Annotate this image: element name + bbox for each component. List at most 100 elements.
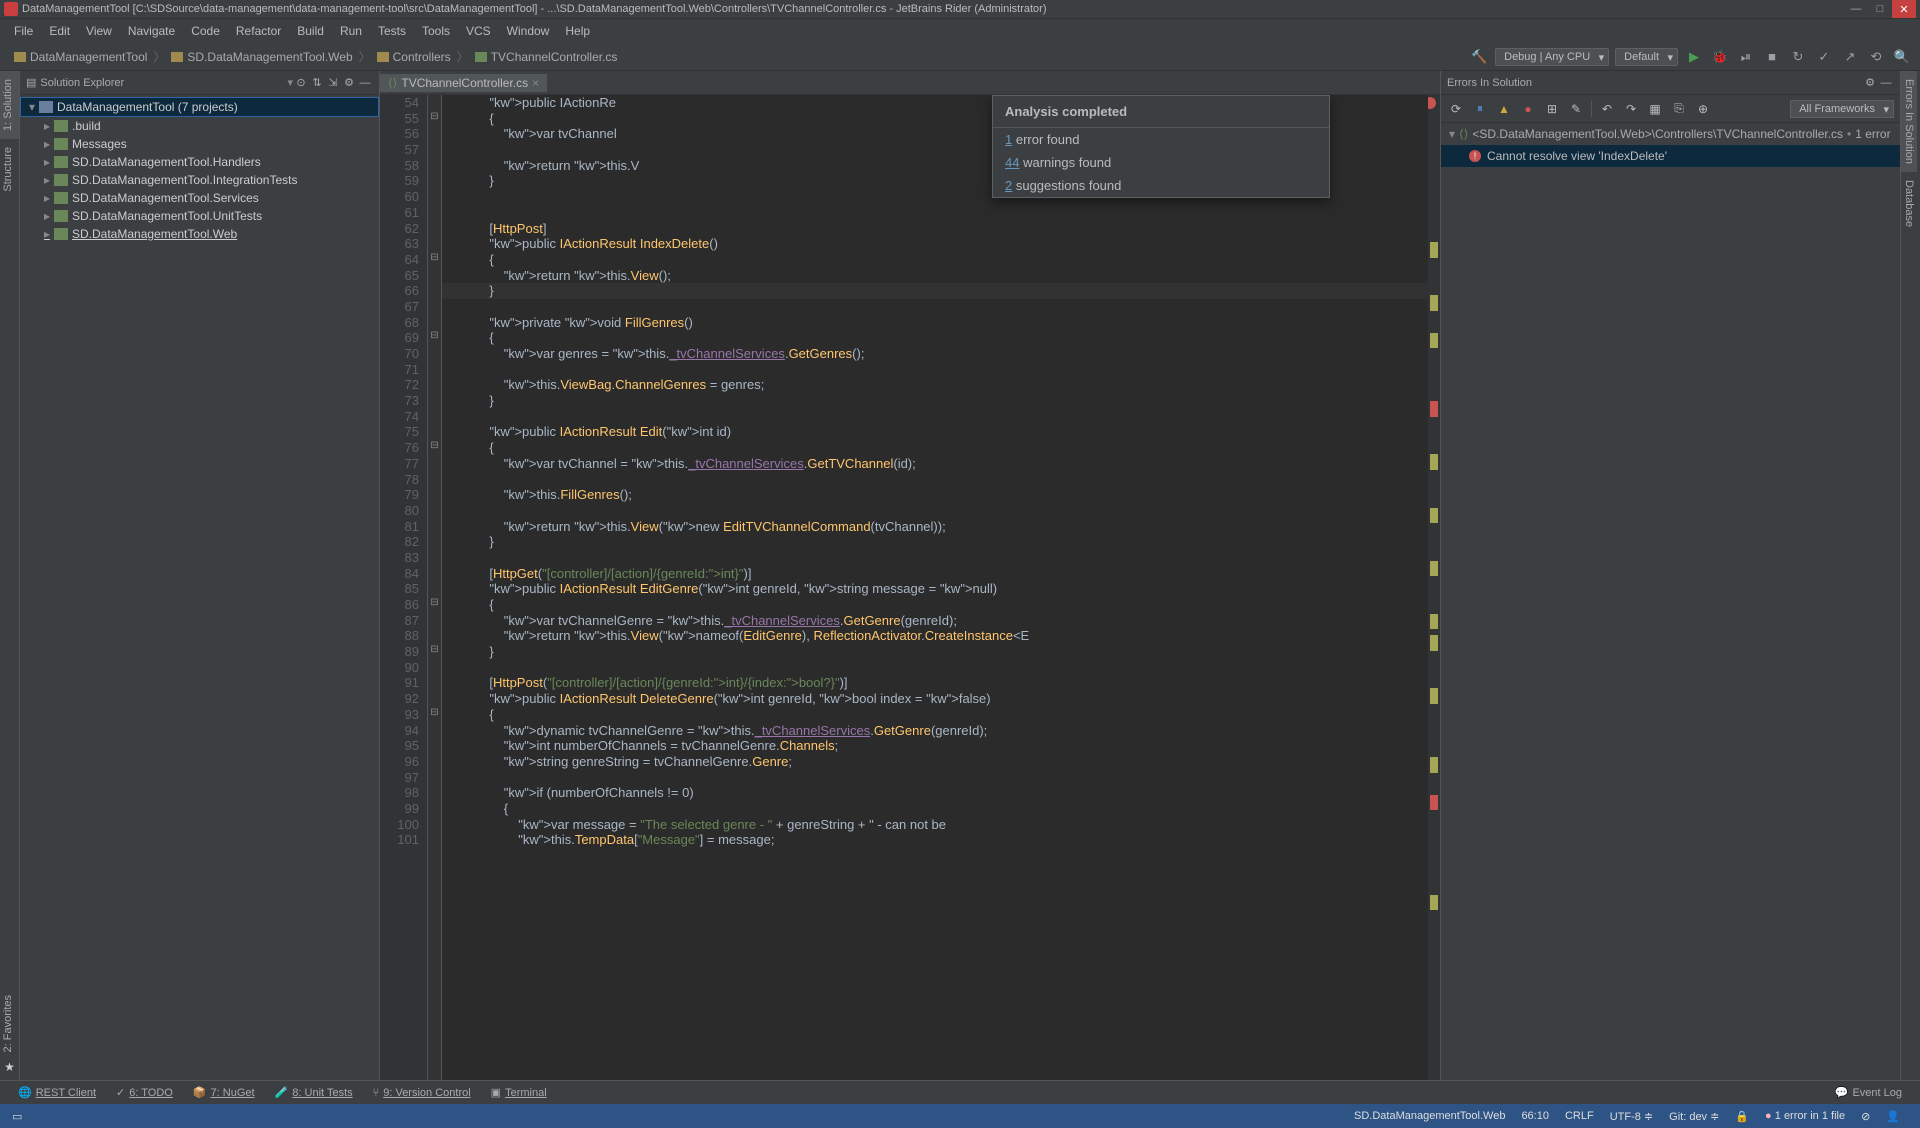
framework-select[interactable]: All Frameworks <box>1790 100 1894 118</box>
group-icon[interactable]: ▦ <box>1646 100 1664 118</box>
maximize-button[interactable]: □ <box>1868 0 1892 18</box>
code-area[interactable]: "kw">public IActionRe { "kw">var tvChann… <box>442 95 1428 1080</box>
editor: ⟨⟩ TVChannelController.cs × Analysis com… <box>380 71 1440 1080</box>
tree-item[interactable]: ▸SD.DataManagementTool.Handlers <box>20 153 379 171</box>
tab-close-icon[interactable]: × <box>532 76 539 90</box>
tab-label: TVChannelController.cs <box>401 76 528 90</box>
footer-unittests[interactable]: 🧪8: Unit Tests <box>265 1086 363 1099</box>
stop-icon[interactable]: ■ <box>1762 47 1782 67</box>
line-gutter: 5455565758596061626364656667686970717273… <box>380 95 428 1080</box>
debug-icon[interactable]: 🐞 <box>1710 47 1730 67</box>
tree-root[interactable]: ▾ DataManagementTool (7 projects) <box>20 97 379 117</box>
error-item[interactable]: ! Cannot resolve view 'IndexDelete' <box>1441 145 1900 167</box>
breadcrumb[interactable]: Controllers <box>371 48 457 66</box>
scope-icon[interactable]: ⊕ <box>1694 100 1712 118</box>
export-icon[interactable]: ⎘ <box>1670 100 1688 118</box>
gear-icon[interactable]: ⚙ <box>1862 76 1878 89</box>
error-path[interactable]: ▾ ⟨⟩ <SD.DataManagementTool.Web>\Control… <box>1441 123 1900 145</box>
footer-terminal[interactable]: ▣Terminal <box>481 1086 557 1099</box>
minimize-button[interactable]: — <box>1844 0 1868 18</box>
menu-navigate[interactable]: Navigate <box>120 22 183 40</box>
hide-icon[interactable]: — <box>357 77 373 89</box>
menu-code[interactable]: Code <box>183 22 228 40</box>
breadcrumb[interactable]: SD.DataManagementTool.Web <box>165 48 358 66</box>
error-filter-icon[interactable]: ● <box>1519 100 1537 118</box>
attach-icon[interactable]: ⏯ <box>1736 47 1756 67</box>
rail-database[interactable]: Database <box>1901 172 1917 235</box>
tree-item[interactable]: ▸SD.DataManagementTool.UnitTests <box>20 207 379 225</box>
tree-item[interactable]: ▸Messages <box>20 135 379 153</box>
footer-versioncontrol[interactable]: ⑂9: Version Control <box>363 1086 481 1099</box>
status-bar: ▭ SD.DataManagementTool.Web 66:10 CRLF U… <box>0 1104 1920 1128</box>
menu-edit[interactable]: Edit <box>41 22 78 40</box>
status-git[interactable]: Git: dev ≑ <box>1661 1110 1727 1123</box>
expand-icon[interactable]: ⊞ <box>1543 100 1561 118</box>
rail-favorites[interactable]: 2: Favorites <box>0 987 19 1060</box>
tree-item[interactable]: ▸.build <box>20 117 379 135</box>
error-icon: ! <box>1469 150 1481 162</box>
rail-structure[interactable]: Structure <box>0 139 19 200</box>
gear-icon[interactable]: ⚙ <box>341 76 357 89</box>
menu-window[interactable]: Window <box>499 22 558 40</box>
code-editor[interactable]: Analysis completed 1 error found 44 warn… <box>380 95 1440 1080</box>
status-man-icon[interactable]: 👤 <box>1878 1110 1908 1123</box>
build-config-select[interactable]: Debug | Any CPU <box>1495 48 1609 66</box>
history-icon[interactable]: ⟲ <box>1866 47 1886 67</box>
run-target-select[interactable]: Default <box>1615 48 1678 66</box>
update-icon[interactable]: ↻ <box>1788 47 1808 67</box>
rail-solution[interactable]: 1: Solution <box>0 71 19 139</box>
menu-build[interactable]: Build <box>289 22 332 40</box>
tree-item[interactable]: ▸SD.DataManagementTool.Services <box>20 189 379 207</box>
explorer-header: ▤ Solution Explorer ▾ ⊙ ⇅ ⇲ ⚙ — <box>20 71 379 95</box>
push-icon[interactable]: ↗ <box>1840 47 1860 67</box>
menu-run[interactable]: Run <box>332 22 370 40</box>
sort-icon[interactable]: ⇅ <box>309 76 325 89</box>
build-icon[interactable]: 🔨 <box>1469 47 1489 67</box>
title-bar: DataManagementTool [C:\SDSource\data-man… <box>0 0 1920 19</box>
menu-tools[interactable]: Tools <box>414 22 458 40</box>
status-eol[interactable]: CRLF <box>1557 1110 1602 1122</box>
event-log-button[interactable]: 💬 Event Log <box>1825 1086 1912 1099</box>
errors-panel: Errors In Solution ⚙ — ⟳ ⏸ ▲ ● ⊞ ✎ ↶ ↷ ▦… <box>1440 71 1900 1080</box>
explorer-title: Solution Explorer <box>40 77 287 89</box>
close-button[interactable]: ✕ <box>1892 0 1916 18</box>
solution-explorer: ▤ Solution Explorer ▾ ⊙ ⇅ ⇲ ⚙ — ▾ DataMa… <box>20 71 380 1080</box>
reanalyze-icon[interactable]: ⟳ <box>1447 100 1465 118</box>
tab-file[interactable]: ⟨⟩ TVChannelController.cs × <box>380 74 548 92</box>
hide-icon[interactable]: — <box>1878 77 1894 89</box>
footer-todo[interactable]: ✓6: TODO <box>106 1086 183 1099</box>
pause-icon[interactable]: ⏸ <box>1471 100 1489 118</box>
menu-file[interactable]: File <box>6 22 41 40</box>
target-icon[interactable]: ⊙ <box>293 76 309 89</box>
menu-view[interactable]: View <box>78 22 120 40</box>
search-icon[interactable]: 🔍 <box>1892 47 1912 67</box>
menu-help[interactable]: Help <box>557 22 598 40</box>
footer-restclient[interactable]: 🌐REST Client <box>8 1086 106 1099</box>
collapse-icon[interactable]: ⇲ <box>325 76 341 89</box>
tree-item[interactable]: ▸SD.DataManagementTool.Web <box>20 225 379 243</box>
status-errors[interactable]: ● 1 error in 1 file <box>1757 1110 1853 1122</box>
rail-errors[interactable]: Errors In Solution <box>1901 71 1917 172</box>
menu-tests[interactable]: Tests <box>370 22 414 40</box>
warning-filter-icon[interactable]: ▲ <box>1495 100 1513 118</box>
marker-bar <box>1428 95 1440 1080</box>
status-encoding[interactable]: UTF-8 ≑ <box>1602 1110 1661 1123</box>
status-project: SD.DataManagementTool.Web <box>1346 1110 1513 1122</box>
status-lock-icon[interactable]: 🔒 <box>1727 1110 1757 1123</box>
status-pos[interactable]: 66:10 <box>1513 1110 1557 1122</box>
tree-item[interactable]: ▸SD.DataManagementTool.IntegrationTests <box>20 171 379 189</box>
breadcrumb[interactable]: DataManagementTool <box>8 48 153 66</box>
fold-gutter: ⊟⊟⊟⊟⊟⊟⊟ <box>428 95 442 1080</box>
menu-refactor[interactable]: Refactor <box>228 22 289 40</box>
breadcrumb[interactable]: TVChannelController.cs <box>469 48 624 66</box>
status-wheel-icon[interactable]: ⊘ <box>1853 1110 1878 1123</box>
run-icon[interactable]: ▶ <box>1684 47 1704 67</box>
errors-header: Errors In Solution ⚙ — <box>1441 71 1900 95</box>
nav-prev-icon[interactable]: ↶ <box>1598 100 1616 118</box>
errors-title: Errors In Solution <box>1447 77 1862 89</box>
footer-nuget[interactable]: 📦7: NuGet <box>183 1086 265 1099</box>
commit-icon[interactable]: ✓ <box>1814 47 1834 67</box>
clean-icon[interactable]: ✎ <box>1567 100 1585 118</box>
nav-next-icon[interactable]: ↷ <box>1622 100 1640 118</box>
menu-vcs[interactable]: VCS <box>458 22 499 40</box>
